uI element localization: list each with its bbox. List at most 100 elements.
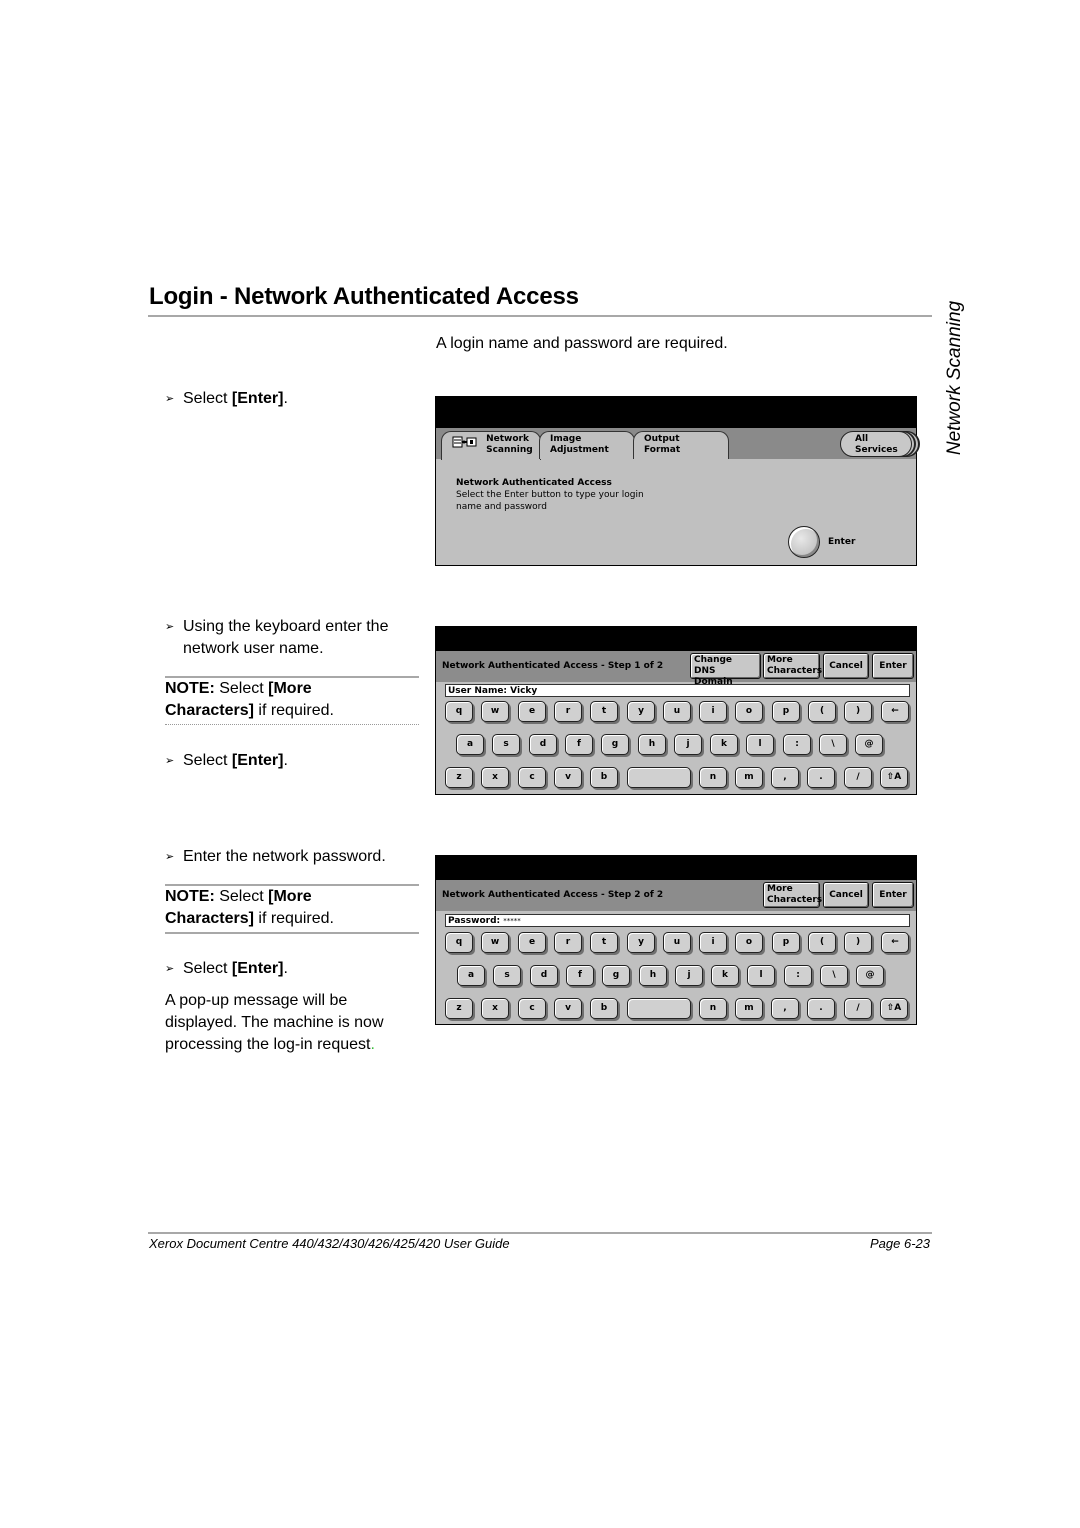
key-e[interactable]: e bbox=[518, 701, 546, 722]
key-r[interactable]: r bbox=[554, 932, 582, 953]
key-m[interactable]: m bbox=[735, 767, 763, 788]
key-shift[interactable]: ⇧A bbox=[880, 767, 908, 788]
key-backspace[interactable]: ← bbox=[881, 701, 909, 722]
key-symbol[interactable]: \ bbox=[820, 965, 848, 986]
key-symbol[interactable]: / bbox=[844, 998, 872, 1019]
key-a[interactable]: a bbox=[456, 734, 484, 755]
key-j[interactable]: j bbox=[675, 965, 703, 986]
key-w[interactable]: w bbox=[481, 701, 509, 722]
tab-image-adjustment[interactable]: Image Adjustment bbox=[539, 431, 635, 459]
key-space[interactable] bbox=[627, 998, 691, 1019]
key-backspace[interactable]: ← bbox=[881, 932, 909, 953]
key-n[interactable]: n bbox=[699, 767, 727, 788]
key-shift[interactable]: ⇧A bbox=[880, 998, 908, 1019]
key-i[interactable]: i bbox=[699, 701, 727, 722]
key-b[interactable]: b bbox=[590, 998, 618, 1019]
enter-button[interactable]: Enter bbox=[872, 653, 914, 679]
key-h[interactable]: h bbox=[638, 734, 666, 755]
key-i[interactable]: i bbox=[699, 932, 727, 953]
key-h[interactable]: h bbox=[639, 965, 667, 986]
key-y[interactable]: y bbox=[627, 701, 655, 722]
key-x[interactable]: x bbox=[481, 767, 509, 788]
key-l[interactable]: l bbox=[747, 965, 775, 986]
screen-desc: name and password bbox=[456, 502, 547, 512]
username-field[interactable]: User Name: Vicky bbox=[445, 684, 910, 697]
more-characters-button[interactable]: More Characters bbox=[763, 653, 822, 679]
cancel-button[interactable]: Cancel bbox=[823, 653, 869, 679]
key-e[interactable]: e bbox=[518, 932, 546, 953]
key-k[interactable]: k bbox=[711, 965, 739, 986]
note-button-ref: [More bbox=[268, 888, 312, 905]
tab-network-scanning[interactable]: Network Scanning bbox=[441, 431, 541, 460]
key-l[interactable]: l bbox=[746, 734, 774, 755]
key-symbol[interactable]: , bbox=[771, 998, 799, 1019]
key-n[interactable]: n bbox=[699, 998, 727, 1019]
step-enter-username: ➢ Using the keyboard enter the network us… bbox=[165, 616, 388, 660]
key-c[interactable]: c bbox=[518, 998, 546, 1019]
key-d[interactable]: d bbox=[530, 965, 558, 986]
key-s[interactable]: s bbox=[493, 965, 521, 986]
key-z[interactable]: z bbox=[445, 998, 473, 1019]
field-value: ***** bbox=[503, 917, 521, 925]
key-q[interactable]: q bbox=[445, 701, 473, 722]
password-field[interactable]: Password: ***** bbox=[445, 914, 910, 927]
key-p[interactable]: p bbox=[772, 701, 800, 722]
screen-message: Network Authenticated Access Select the … bbox=[456, 477, 644, 513]
key-symbol[interactable]: @ bbox=[856, 965, 884, 986]
cancel-button[interactable]: Cancel bbox=[823, 882, 869, 908]
enter-round-button-label[interactable]: Enter bbox=[828, 537, 855, 547]
key-j[interactable]: j bbox=[674, 734, 702, 755]
step-punct: . bbox=[283, 752, 288, 769]
key-symbol[interactable]: : bbox=[783, 734, 811, 755]
key-u[interactable]: u bbox=[663, 932, 691, 953]
key-v[interactable]: v bbox=[554, 767, 582, 788]
key-symbol[interactable]: \ bbox=[819, 734, 847, 755]
enter-round-button[interactable] bbox=[788, 526, 820, 558]
key-x[interactable]: x bbox=[481, 998, 509, 1019]
key-b[interactable]: b bbox=[590, 767, 618, 788]
tab-output-format[interactable]: Output Format bbox=[633, 431, 729, 459]
enter-button[interactable]: Enter bbox=[872, 882, 914, 908]
key-k[interactable]: k bbox=[710, 734, 738, 755]
key-t[interactable]: t bbox=[590, 932, 618, 953]
key-q[interactable]: q bbox=[445, 932, 473, 953]
key-symbol[interactable]: . bbox=[807, 767, 835, 788]
key-symbol[interactable]: : bbox=[784, 965, 812, 986]
change-dns-domain-button[interactable]: Change DNS Domain bbox=[690, 653, 761, 687]
key-symbol[interactable]: @ bbox=[855, 734, 883, 755]
key-symbol[interactable]: ) bbox=[844, 932, 872, 953]
key-g[interactable]: g bbox=[602, 965, 630, 986]
key-p[interactable]: p bbox=[772, 932, 800, 953]
key-space[interactable] bbox=[627, 767, 691, 788]
key-o[interactable]: o bbox=[735, 932, 763, 953]
key-z[interactable]: z bbox=[445, 767, 473, 788]
key-symbol[interactable]: / bbox=[844, 767, 872, 788]
key-f[interactable]: f bbox=[565, 734, 593, 755]
key-symbol[interactable]: , bbox=[771, 767, 799, 788]
key-m[interactable]: m bbox=[735, 998, 763, 1019]
more-characters-button[interactable]: More Characters bbox=[763, 882, 822, 908]
key-o[interactable]: o bbox=[735, 701, 763, 722]
note-button-ref: [More bbox=[268, 680, 312, 697]
key-c[interactable]: c bbox=[518, 767, 546, 788]
key-r[interactable]: r bbox=[554, 701, 582, 722]
key-symbol[interactable]: ( bbox=[808, 701, 836, 722]
key-g[interactable]: g bbox=[601, 734, 629, 755]
all-services-button[interactable]: All Services bbox=[840, 431, 912, 457]
key-s[interactable]: s bbox=[492, 734, 520, 755]
key-symbol[interactable]: ) bbox=[844, 701, 872, 722]
footer-guide-title: Xerox Document Centre 440/432/430/426/42… bbox=[149, 1236, 510, 1251]
field-value: Vicky bbox=[510, 686, 538, 696]
key-symbol[interactable]: ( bbox=[808, 932, 836, 953]
button-label: More bbox=[767, 655, 793, 665]
key-d[interactable]: d bbox=[529, 734, 557, 755]
key-v[interactable]: v bbox=[554, 998, 582, 1019]
note-text: Select bbox=[214, 680, 269, 697]
key-u[interactable]: u bbox=[663, 701, 691, 722]
key-y[interactable]: y bbox=[627, 932, 655, 953]
key-a[interactable]: a bbox=[457, 965, 485, 986]
key-symbol[interactable]: . bbox=[807, 998, 835, 1019]
key-w[interactable]: w bbox=[481, 932, 509, 953]
key-f[interactable]: f bbox=[566, 965, 594, 986]
key-t[interactable]: t bbox=[590, 701, 618, 722]
